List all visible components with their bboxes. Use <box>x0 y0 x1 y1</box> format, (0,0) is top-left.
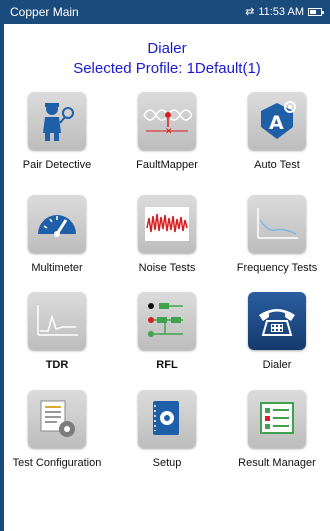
tile-label: Result Manager <box>238 457 316 469</box>
tile-setup[interactable]: Setup <box>122 390 212 470</box>
svg-text:A: A <box>269 112 284 134</box>
left-edge-bar <box>0 0 4 531</box>
page-title: Dialer <box>147 40 187 57</box>
test-config-icon <box>28 390 86 448</box>
tile-pair-detective[interactable]: Pair Detective <box>12 92 102 172</box>
noise-icon <box>138 195 196 253</box>
tile-label: Auto Test <box>254 159 300 171</box>
tile-dialer[interactable]: Dialer <box>232 292 322 372</box>
tile-label: RFL <box>156 359 178 371</box>
tile-label: FaultMapper <box>136 159 198 171</box>
tile-result-manager[interactable]: Result Manager <box>232 390 322 470</box>
header: Dialer Selected Profile: 1Default(1) <box>4 40 330 78</box>
tile-faultmapper[interactable]: ✕ FaultMapper <box>122 92 212 172</box>
tile-label: TDR <box>45 359 69 371</box>
tile-label: Frequency Tests <box>236 262 318 274</box>
result-manager-icon <box>248 390 306 448</box>
battery-icon <box>308 7 324 16</box>
tile-multimeter[interactable]: Multimeter <box>12 195 102 275</box>
tile-auto-test[interactable]: A Auto Test <box>232 92 322 172</box>
fault-mapper-icon: ✕ <box>138 92 196 150</box>
multimeter-icon <box>28 195 86 253</box>
tile-label: Pair Detective <box>22 159 92 171</box>
sync-icon: ⇄ <box>245 6 255 18</box>
clock: 11:53 AM <box>258 5 304 18</box>
status-bar: Copper Main ⇄ 11:53 AM <box>4 0 330 24</box>
tile-label: Test Configuration <box>12 457 102 469</box>
tile-noise-tests[interactable]: Noise Tests <box>122 195 212 275</box>
frequency-icon <box>248 195 306 253</box>
tdr-icon <box>28 292 86 350</box>
setup-icon <box>138 390 196 448</box>
detective-icon <box>28 92 86 150</box>
app-frame: Copper Main ⇄ 11:53 AM Dialer Selected P… <box>0 0 330 531</box>
tile-label: Multimeter <box>31 262 83 274</box>
tile-label: Setup <box>152 457 182 469</box>
svg-text:✕: ✕ <box>165 127 173 137</box>
auto-test-icon: A <box>248 92 306 150</box>
status-right: ⇄ 11:53 AM <box>245 5 324 18</box>
tile-rfl[interactable]: RFL <box>122 292 212 372</box>
tile-tdr[interactable]: TDR <box>12 292 102 372</box>
app-title: Copper Main <box>10 5 79 19</box>
tile-label: Dialer <box>262 359 292 371</box>
tile-test-configuration[interactable]: Test Configuration <box>12 390 102 470</box>
rfl-icon <box>138 292 196 350</box>
selected-profile: Selected Profile: 1Default(1) <box>73 60 261 77</box>
tile-label: Noise Tests <box>138 262 196 274</box>
tile-frequency-tests[interactable]: Frequency Tests <box>232 195 322 275</box>
telephone-icon <box>248 292 306 350</box>
